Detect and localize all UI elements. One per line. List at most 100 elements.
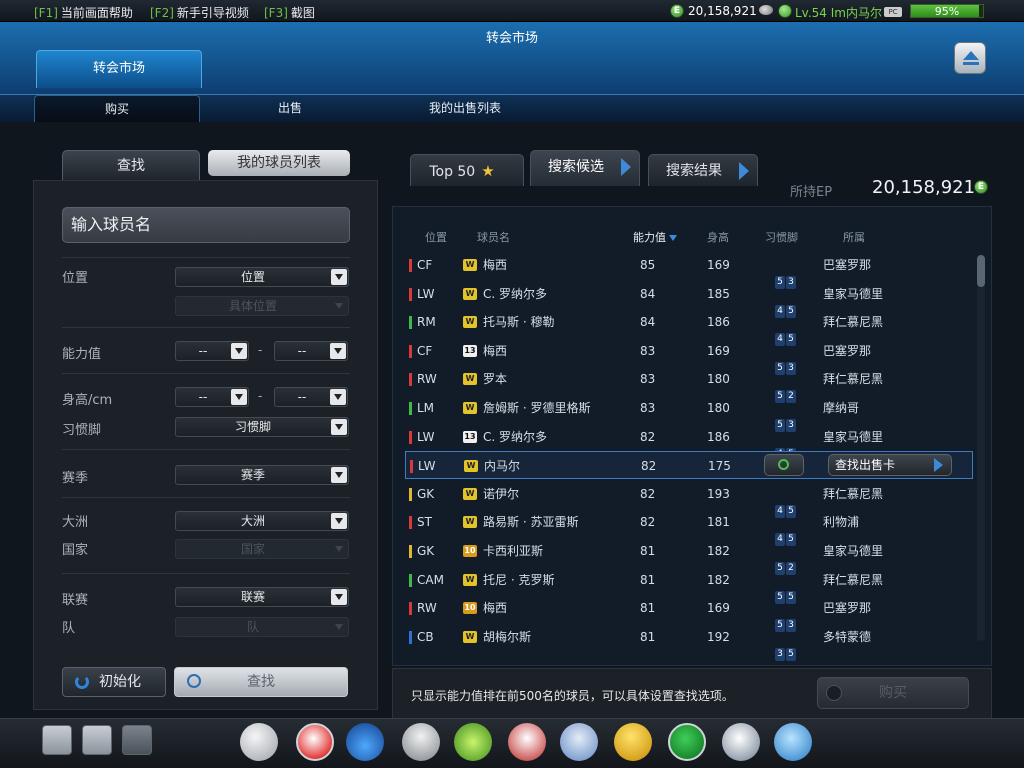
player-ability: 82 <box>640 486 656 501</box>
player-row[interactable]: RM W 托马斯 · 穆勒 84 186 4 5 拜仁慕尼黑 <box>405 308 973 347</box>
player-height: 193 <box>707 486 730 501</box>
player-row[interactable]: CF W 梅西 85 169 5 3 巴塞罗那 <box>405 251 973 289</box>
hotkey-screenshot[interactable]: [F3] 截图 <box>264 4 315 21</box>
player-row[interactable]: CB W 胡梅尔斯 81 192 3 5 多特蒙德 <box>405 623 973 661</box>
ball-icon[interactable] <box>296 723 334 761</box>
player-row[interactable]: ST W 路易斯 · 苏亚雷斯 82 181 4 5 利物浦 <box>405 508 973 547</box>
col-club[interactable]: 所属 <box>843 229 865 245</box>
chat-icon[interactable] <box>82 725 112 755</box>
trophy-icon[interactable] <box>402 723 440 761</box>
player-row[interactable]: LW W C. 罗纳尔多 84 185 4 5 皇家马德里 <box>405 280 973 318</box>
gold-shirt-icon[interactable] <box>614 723 652 761</box>
label-foot: 习惯脚 <box>62 423 102 438</box>
reset-button[interactable]: 初始化 <box>62 667 166 697</box>
season-badge-icon: 13 <box>463 430 477 443</box>
tab-my-players[interactable]: 我的球员列表 <box>208 150 350 176</box>
col-ability[interactable]: 能力值 <box>633 229 677 245</box>
tab-search[interactable]: 查找 <box>62 150 200 180</box>
player-height: 185 <box>707 286 730 301</box>
season-badge-icon: W <box>463 516 477 529</box>
subtab-sell[interactable]: 出售 <box>230 95 350 122</box>
top-ep-amount: 20,158,921 <box>688 4 757 18</box>
profile-icon[interactable] <box>42 725 72 755</box>
subtab-my-sell-list[interactable]: 我的出售列表 <box>400 95 530 122</box>
season-badge-icon: 10 <box>463 545 477 557</box>
close-window-button[interactable] <box>954 42 986 74</box>
league-select[interactable]: 联赛 <box>175 587 349 607</box>
player-club: 巴塞罗那 <box>823 601 872 616</box>
player-club: 巴塞罗那 <box>823 258 872 272</box>
player-row[interactable]: GK 10 卡西利亚斯 81 182 5 2 皇家马德里 <box>405 537 973 575</box>
player-row[interactable]: CAM W 托尼 · 克罗斯 81 182 5 5 拜仁慕尼黑 <box>405 566 973 604</box>
chevron-down-icon <box>331 419 347 435</box>
player-position: GK <box>417 486 435 501</box>
tab-transfer-market[interactable]: 转会市场 <box>36 50 202 88</box>
player-club: 拜仁慕尼黑 <box>823 486 884 501</box>
player-row[interactable]: RW W 罗本 83 180 5 2 拜仁慕尼黑 <box>405 365 973 404</box>
player-position: CAM <box>417 572 444 587</box>
player-row[interactable]: CF 13 梅西 83 169 5 3 巴塞罗那 <box>405 337 973 375</box>
season-badge-icon: W <box>463 259 477 271</box>
player-club: 皇家马德里 <box>823 429 884 444</box>
tab-top-50[interactable]: Top 50 ★ <box>410 154 524 186</box>
player-club: 拜仁慕尼黑 <box>823 572 884 587</box>
eject-icon <box>963 51 979 60</box>
search-button[interactable]: 查找 <box>174 667 348 697</box>
player-position: LW <box>418 459 436 474</box>
height-min-select[interactable]: -- <box>175 387 249 407</box>
player-position: CF <box>417 258 433 272</box>
club-icon[interactable] <box>668 723 706 761</box>
player-name: 托马斯 · 穆勒 <box>483 315 555 330</box>
tab-search-candidates[interactable]: 搜索候选 <box>530 150 640 186</box>
position-select[interactable]: 位置 <box>175 267 349 287</box>
hotkey-tutorial[interactable]: [F2] 新手引导视频 <box>150 4 249 21</box>
player-club: 摩纳哥 <box>823 401 860 415</box>
foot-select[interactable]: 习惯脚 <box>175 417 349 437</box>
notebook-icon[interactable] <box>560 723 598 761</box>
player-row[interactable]: LW13C. 罗纳尔多8218645皇家马德里 <box>405 423 973 461</box>
label-ability: 能力值 <box>62 347 102 362</box>
chevron-right-icon <box>934 458 943 473</box>
card-pack-icon[interactable] <box>722 723 760 761</box>
boots-icon[interactable] <box>346 723 384 761</box>
results-scrollbar[interactable] <box>977 255 985 641</box>
player-height: 182 <box>707 572 730 587</box>
height-max-select[interactable]: -- <box>274 387 348 407</box>
player-club: 皇家马德里 <box>823 544 884 558</box>
season-select[interactable]: 赛季 <box>175 465 349 485</box>
mail-icon[interactable] <box>122 725 152 755</box>
ability-max-select[interactable]: -- <box>274 341 348 361</box>
col-position[interactable]: 位置 <box>425 229 447 245</box>
pc-icon: PC <box>884 7 902 17</box>
col-player-name[interactable]: 球员名 <box>477 229 510 245</box>
chevron-down-icon <box>331 467 347 483</box>
continent-select[interactable]: 大洲 <box>175 511 349 531</box>
player-name-input[interactable]: 输入球员名 <box>62 207 350 243</box>
ability-min-select[interactable]: -- <box>175 341 249 361</box>
tab-search-results[interactable]: 搜索结果 <box>648 154 758 186</box>
jersey-icon[interactable] <box>508 723 546 761</box>
position-color-bar <box>409 602 412 616</box>
player-row[interactable]: GK W 诺伊尔 82 193 4 5 拜仁慕尼黑 <box>405 480 973 518</box>
col-height[interactable]: 身高 <box>707 229 729 245</box>
season-badge-icon: W <box>463 316 477 329</box>
col-preferred-foot[interactable]: 习惯脚 <box>765 229 798 245</box>
buy-button[interactable]: 购买 <box>817 677 969 709</box>
position-color-bar <box>409 630 412 644</box>
whistle-icon[interactable] <box>240 723 278 761</box>
player-detail-button[interactable] <box>764 454 804 477</box>
player-row[interactable]: RW 10 梅西 81 169 5 3 巴塞罗那 <box>405 594 973 633</box>
player-row[interactable]: LM W 詹姆斯 · 罗德里格斯 83 180 5 3 摩纳哥 <box>405 394 973 432</box>
player-name: 卡西利亚斯 <box>483 544 544 558</box>
shop-cart-icon[interactable] <box>774 723 812 761</box>
subtab-buy[interactable]: 购买 <box>34 95 200 122</box>
ranking-icon[interactable] <box>454 723 492 761</box>
position-color-bar <box>409 545 412 558</box>
refresh-icon <box>75 675 89 689</box>
player-row[interactable]: LW W 内马尔 82 175 查找出售卡 <box>405 451 973 480</box>
hotkey-help[interactable]: [F1] 当前画面帮助 <box>34 4 133 21</box>
scrollbar-thumb[interactable] <box>977 255 985 287</box>
player-ability: 83 <box>640 401 656 415</box>
find-sale-card-button[interactable]: 查找出售卡 <box>828 454 952 477</box>
window-title: 转会市场 <box>485 31 538 46</box>
